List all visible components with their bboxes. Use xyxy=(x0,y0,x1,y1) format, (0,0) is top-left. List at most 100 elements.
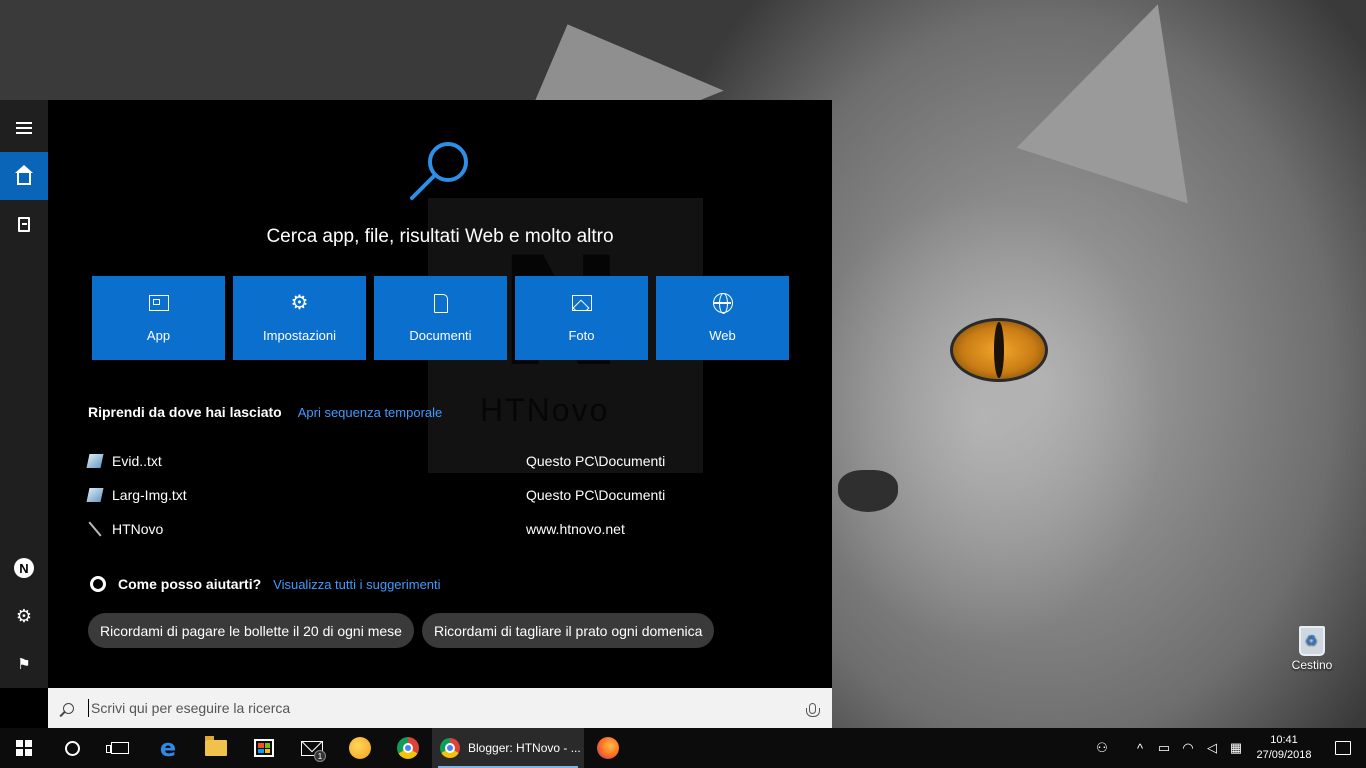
list-item[interactable]: Larg-Img.txt Questo PC\Documenti xyxy=(86,478,788,512)
edge-icon: e xyxy=(159,734,177,762)
firefox-button[interactable] xyxy=(584,728,632,768)
list-item[interactable]: Evid..txt Questo PC\Documenti xyxy=(86,444,788,478)
microphone-icon xyxy=(805,702,820,717)
battery-button[interactable]: ▭ xyxy=(1152,728,1176,768)
recent-item-name: Larg-Img.txt xyxy=(112,487,187,503)
home-icon xyxy=(15,164,33,185)
recent-item-location: Questo PC\Documenti xyxy=(526,453,666,469)
hamburger-icon xyxy=(16,122,32,134)
app-icon xyxy=(349,737,371,759)
network-button[interactable]: ◠ xyxy=(1176,728,1200,768)
app-button[interactable] xyxy=(336,728,384,768)
system-tray: ⚇ ^ ▭ ◠ ◁ ▦ 10:41 27/09/2018 xyxy=(1090,728,1366,768)
recent-item-location: Questo PC\Documenti xyxy=(526,487,666,503)
search-button[interactable] xyxy=(48,702,88,714)
edge-button[interactable]: e xyxy=(144,728,192,768)
wallpaper-cat-ear xyxy=(1016,0,1244,204)
window-title: Blogger: HTNovo - ... xyxy=(468,741,581,755)
store-button[interactable] xyxy=(240,728,288,768)
show-hidden-icons-button[interactable]: ^ xyxy=(1128,728,1152,768)
recycle-bin-shortcut[interactable]: Cestino xyxy=(1286,622,1338,672)
chevron-up-icon: ^ xyxy=(1136,740,1144,756)
firefox-icon xyxy=(597,737,619,759)
suggestion-chip[interactable]: Ricordami di tagliare il prato ogni dome… xyxy=(421,613,715,648)
tile-documents[interactable]: Documenti xyxy=(374,276,507,360)
settings-button[interactable]: ⚙ xyxy=(0,592,48,640)
home-button[interactable] xyxy=(0,152,48,200)
account-button[interactable]: N xyxy=(0,544,48,592)
task-view-button[interactable] xyxy=(96,728,144,768)
gear-icon: ⚙ xyxy=(15,605,33,626)
menu-button[interactable] xyxy=(0,104,48,152)
tile-photos[interactable]: Foto xyxy=(515,276,648,360)
keyboard-icon: ▦ xyxy=(1229,740,1243,755)
search-panel: N ⚙ ⚑ N HTNovo Cerca app, file, risultat… xyxy=(0,100,832,728)
search-icon xyxy=(62,702,74,714)
feedback-icon: ⚑ xyxy=(17,656,31,673)
tile-label: Documenti xyxy=(409,328,472,343)
search-input[interactable] xyxy=(88,699,792,717)
user-avatar: N xyxy=(14,558,34,578)
notebook-button[interactable] xyxy=(0,200,48,248)
search-box xyxy=(48,688,832,728)
tile-label: Web xyxy=(709,328,736,343)
task-view-icon xyxy=(106,742,129,754)
volume-button[interactable]: ◁ xyxy=(1200,728,1224,768)
globe-icon xyxy=(712,293,733,314)
recycle-bin-icon xyxy=(1299,626,1325,656)
cortana-icon xyxy=(90,576,106,592)
website-icon xyxy=(88,522,102,536)
suggestion-chip[interactable]: Ricordami di pagare le bollette il 20 di… xyxy=(88,613,414,648)
recycle-bin-label: Cestino xyxy=(1291,658,1333,672)
tile-app[interactable]: App xyxy=(92,276,225,360)
mail-badge: 1 xyxy=(314,750,326,762)
tile-web[interactable]: Web xyxy=(656,276,789,360)
search-scope-tiles: App ⚙ Impostazioni Documenti Foto Web xyxy=(92,276,789,360)
file-explorer-button[interactable] xyxy=(192,728,240,768)
list-item[interactable]: HTNovo www.htnovo.net xyxy=(88,512,788,546)
cortana-button[interactable] xyxy=(48,728,96,768)
clock-date: 27/09/2018 xyxy=(1256,749,1312,761)
left-rail: N ⚙ ⚑ xyxy=(0,100,48,688)
recent-title: Riprendi da dove hai lasciato xyxy=(88,404,282,420)
tile-settings[interactable]: ⚙ Impostazioni xyxy=(233,276,366,360)
timeline-link[interactable]: Apri sequenza temporale xyxy=(298,405,443,420)
gear-icon: ⚙ xyxy=(290,292,309,314)
mail-button[interactable]: 1 xyxy=(288,728,336,768)
feedback-button[interactable]: ⚑ xyxy=(0,640,48,688)
search-heading: Cerca app, file, risultati Web e molto a… xyxy=(266,226,614,247)
chrome-button[interactable] xyxy=(384,728,432,768)
battery-icon: ▭ xyxy=(1157,740,1171,755)
clock-time: 10:41 xyxy=(1270,734,1298,746)
app-icon xyxy=(148,295,169,311)
suggestions-link[interactable]: Visualizza tutti i suggerimenti xyxy=(273,577,440,592)
document-icon xyxy=(433,293,448,313)
help-title: Come posso aiutarti? xyxy=(118,576,262,592)
recent-item-name: Evid..txt xyxy=(112,453,162,469)
speaker-icon: ◁ xyxy=(1207,740,1217,755)
folder-icon xyxy=(205,736,227,756)
tile-label: Foto xyxy=(568,328,595,343)
photo-icon xyxy=(571,295,592,311)
recent-header: Riprendi da dove hai lasciato Apri seque… xyxy=(88,404,442,420)
microphone-button[interactable] xyxy=(792,702,832,717)
keyboard-button[interactable]: ▦ xyxy=(1224,728,1248,768)
people-icon: ⚇ xyxy=(1096,740,1108,755)
search-hero-icon xyxy=(410,142,468,200)
action-center-button[interactable] xyxy=(1320,728,1366,768)
recent-item-location: www.htnovo.net xyxy=(526,521,625,537)
tile-label: Impostazioni xyxy=(263,328,336,343)
chrome-window-button[interactable]: Blogger: HTNovo - ... xyxy=(432,728,584,768)
chrome-icon xyxy=(397,737,419,759)
notification-icon xyxy=(1335,741,1351,755)
start-button[interactable] xyxy=(0,728,48,768)
text-file-icon xyxy=(86,454,104,468)
clock[interactable]: 10:41 27/09/2018 xyxy=(1248,733,1320,763)
help-header: Come posso aiutarti? Visualizza tutti i … xyxy=(88,576,441,592)
people-button[interactable]: ⚇ xyxy=(1090,728,1114,768)
text-file-icon xyxy=(86,488,104,502)
watermark-text: HTNovo xyxy=(480,392,610,428)
suggestion-chips: Ricordami di pagare le bollette il 20 di… xyxy=(88,613,715,648)
windows-logo-icon xyxy=(16,740,32,756)
store-icon xyxy=(254,739,274,757)
